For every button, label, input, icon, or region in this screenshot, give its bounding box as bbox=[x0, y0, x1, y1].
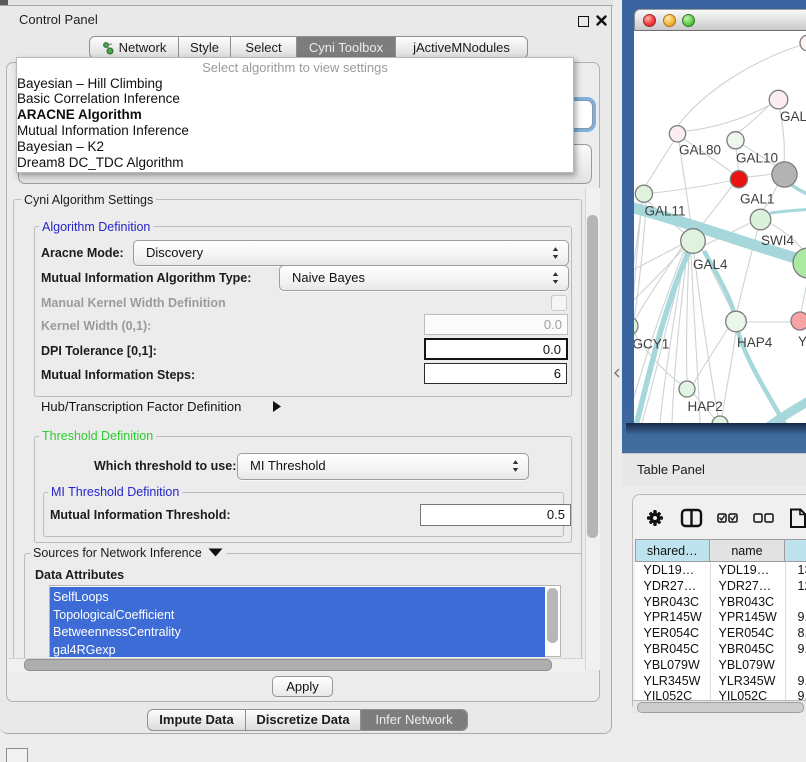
svg-text:SWI4: SWI4 bbox=[761, 233, 794, 248]
svg-text:HAP2: HAP2 bbox=[688, 399, 723, 414]
svg-text:YEL: YEL bbox=[798, 334, 806, 349]
svg-text:GAL10: GAL10 bbox=[736, 151, 778, 166]
svg-text:GAL4: GAL4 bbox=[693, 257, 728, 272]
svg-text:GAL80: GAL80 bbox=[679, 143, 721, 158]
svg-text:GAL11: GAL11 bbox=[645, 204, 686, 219]
svg-text:HAP4: HAP4 bbox=[737, 335, 773, 350]
svg-text:GAL1: GAL1 bbox=[740, 192, 775, 207]
svg-text:GCY1: GCY1 bbox=[634, 337, 669, 352]
svg-text:GAL7: GAL7 bbox=[780, 109, 806, 124]
